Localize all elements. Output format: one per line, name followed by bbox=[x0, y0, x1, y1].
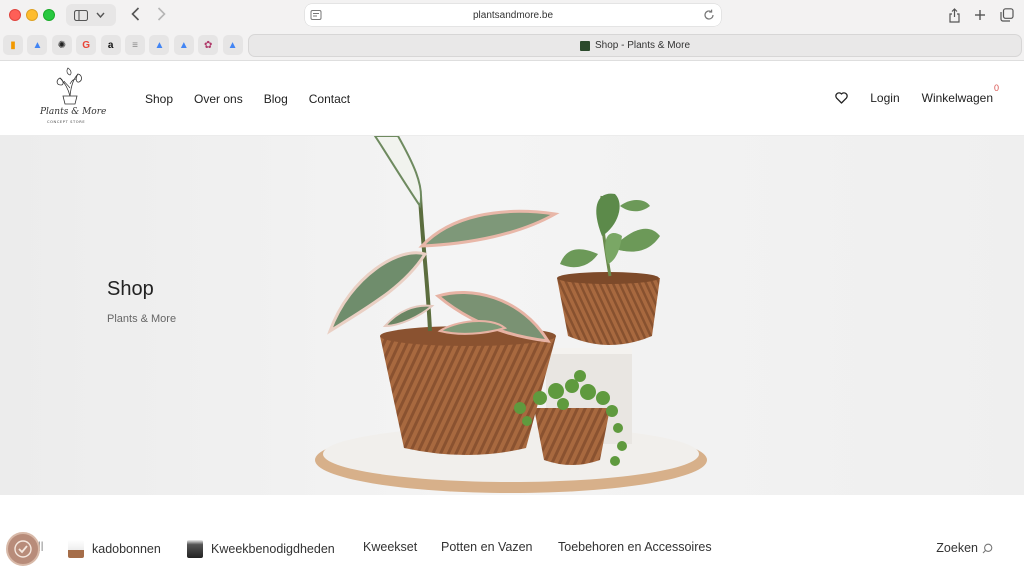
google-icon[interactable]: G bbox=[76, 35, 97, 55]
tab-overview-button[interactable] bbox=[998, 6, 1016, 24]
category-kweekbenodigdheden[interactable]: Kweekbenodigdheden bbox=[187, 540, 335, 558]
google-ads-icon[interactable]: ▲ bbox=[173, 35, 194, 55]
openai-icon[interactable]: ✺ bbox=[51, 35, 72, 55]
page-icon[interactable]: ≡ bbox=[125, 35, 145, 55]
search-label: Zoeken bbox=[936, 541, 978, 555]
svg-text:CONCEPT STORE: CONCEPT STORE bbox=[47, 120, 85, 124]
address-bar[interactable]: plantsandmore.be bbox=[305, 4, 721, 26]
category-bar: ll kadobonnen Kweekbenodigdheden Kweekse… bbox=[0, 495, 1024, 571]
cart-label: Winkelwagen bbox=[921, 91, 993, 105]
wishlist-heart-icon[interactable] bbox=[835, 92, 848, 104]
search-icon bbox=[982, 543, 993, 553]
category-label: Toebehoren en Accessoires bbox=[558, 540, 712, 554]
site-header: Plants & More CONCEPT STORE Shop Over on… bbox=[0, 61, 1024, 136]
category-label: Kweekbenodigdheden bbox=[211, 542, 335, 556]
tab-title: Shop - Plants & More bbox=[594, 40, 691, 51]
checkmark-badge-icon bbox=[14, 540, 32, 558]
chevron-left-icon bbox=[130, 7, 139, 21]
svg-text:Plants & More: Plants & More bbox=[39, 107, 106, 117]
close-window-button[interactable] bbox=[9, 9, 21, 21]
plants-and-more-logo[interactable]: Plants & More CONCEPT STORE bbox=[34, 66, 106, 128]
login-link[interactable]: Login bbox=[870, 91, 899, 105]
cart-count-badge: 0 bbox=[993, 83, 999, 93]
google-ads-icon[interactable]: ▲ bbox=[149, 35, 170, 55]
chevron-right-icon bbox=[157, 7, 166, 21]
main-navigation: Shop Over ons Blog Contact bbox=[145, 92, 350, 106]
sidebar-icon bbox=[74, 9, 88, 21]
back-button[interactable] bbox=[127, 6, 143, 22]
header-actions: Login Winkelwagen 0 bbox=[835, 83, 999, 105]
category-kadobonnen[interactable]: kadobonnen bbox=[68, 540, 161, 558]
category-potten-en-vazen[interactable]: Potten en Vazen bbox=[441, 540, 533, 554]
reload-icon[interactable] bbox=[703, 9, 715, 21]
google-ads-icon[interactable]: ▲ bbox=[27, 35, 48, 55]
amazon-icon[interactable]: a bbox=[100, 35, 121, 55]
plus-icon bbox=[975, 10, 985, 20]
kweekbenodigdheden-thumbnail-icon bbox=[187, 540, 203, 558]
kadobonnen-thumbnail-icon bbox=[68, 540, 84, 558]
nav-over-ons[interactable]: Over ons bbox=[194, 92, 243, 106]
category-label: Potten en Vazen bbox=[441, 540, 533, 554]
analytics-icon[interactable]: ▮ bbox=[3, 35, 23, 55]
nav-shop[interactable]: Shop bbox=[145, 92, 173, 106]
page-menu-icon bbox=[310, 10, 322, 20]
category-label: kadobonnen bbox=[92, 542, 161, 556]
share-button[interactable] bbox=[945, 6, 963, 24]
url-text: plantsandmore.be bbox=[472, 9, 554, 21]
chevron-down-icon bbox=[96, 12, 105, 18]
page-title: Shop bbox=[107, 278, 154, 300]
category-label: Kweekset bbox=[363, 540, 418, 554]
tabs-overview-icon bbox=[1000, 8, 1014, 22]
new-tab-button[interactable] bbox=[971, 6, 989, 24]
category-kweekset[interactable]: Kweekset bbox=[363, 540, 417, 554]
cart-link[interactable]: Winkelwagen 0 bbox=[921, 83, 999, 105]
share-icon bbox=[948, 7, 960, 23]
cookie-settings-button[interactable] bbox=[6, 532, 40, 566]
minimize-window-button[interactable] bbox=[26, 9, 38, 21]
browser-toolbar: plantsandmore.be bbox=[0, 0, 1024, 30]
nav-contact[interactable]: Contact bbox=[309, 92, 350, 106]
zoom-window-button[interactable] bbox=[43, 9, 55, 21]
active-tab[interactable]: Shop - Plants & More bbox=[248, 34, 1022, 57]
hero-banner: Shop Plants & More bbox=[0, 136, 1024, 495]
sidebar-toggle-button[interactable] bbox=[66, 4, 116, 26]
favorites-bar: ▮ ▲ ✺ Ga ≡ ▲ ▲ ✿ ▲ Shop - Plants & More bbox=[0, 33, 1024, 59]
google-ads-icon[interactable]: ▲ bbox=[222, 35, 243, 55]
tab-favicon-icon bbox=[579, 40, 590, 51]
forward-button[interactable] bbox=[153, 6, 169, 22]
breadcrumb[interactable]: Plants & More bbox=[107, 313, 176, 325]
search-button[interactable]: Zoeken bbox=[936, 541, 993, 555]
nav-blog[interactable]: Blog bbox=[264, 92, 288, 106]
site-icon[interactable]: ✿ bbox=[198, 35, 219, 55]
category-toebehoren-en-accessoires[interactable]: Toebehoren en Accessoires bbox=[558, 540, 712, 554]
browser-chrome: plantsandmore.be ▮ ▲ ✺ Ga ≡ ▲ ▲ ✿ ▲ Shop - Plant… bbox=[0, 0, 1024, 61]
